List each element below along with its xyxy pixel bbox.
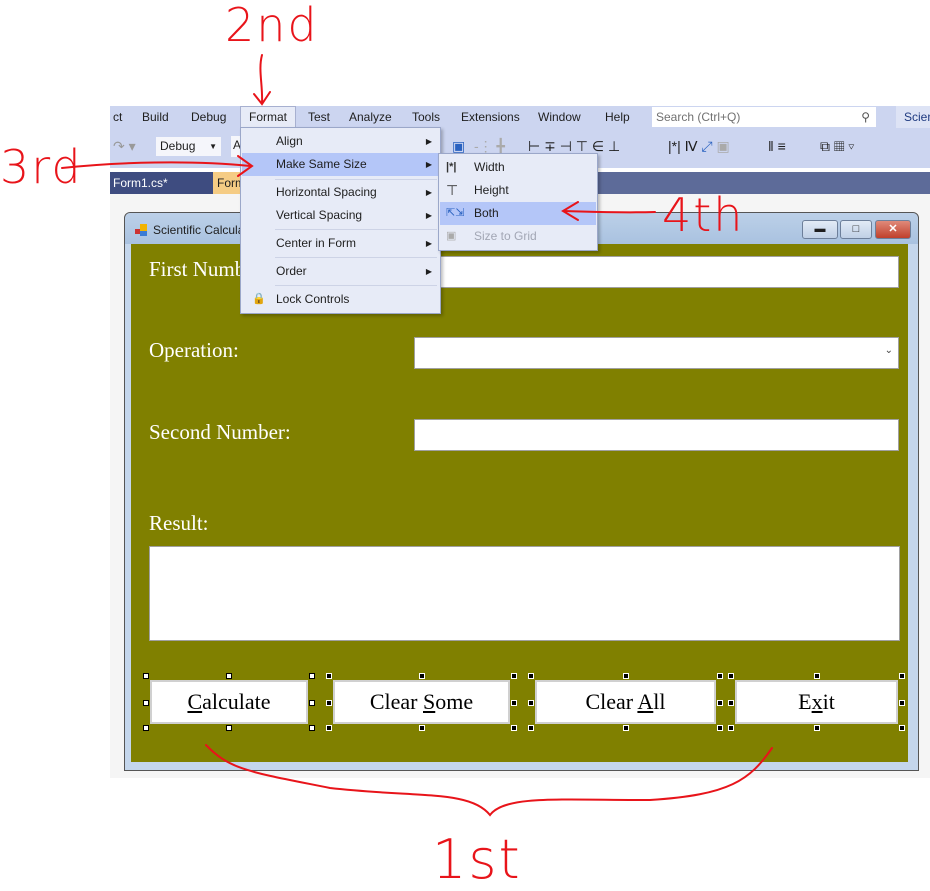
annotation-step2: 2nd	[225, 0, 319, 52]
annotation-step3: 3rd	[0, 140, 83, 194]
annotation-step4: 4th	[662, 188, 745, 242]
annotation-step1: 1st	[432, 828, 522, 891]
annotation-strokes	[61, 54, 773, 817]
